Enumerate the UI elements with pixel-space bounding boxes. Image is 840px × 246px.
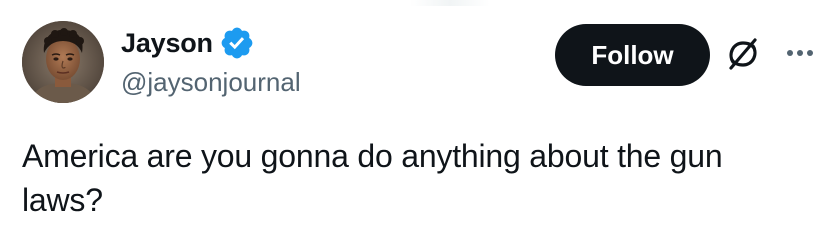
user-name-row: Jayson [121, 24, 255, 62]
avatar[interactable] [22, 21, 104, 103]
user-handle[interactable]: @jaysonjournal [121, 64, 301, 100]
tweet-header: Jayson @jaysonjournal Follow [0, 0, 840, 130]
follow-button[interactable]: Follow [555, 24, 710, 86]
tweet-text: America are you gonna do anything about … [22, 138, 723, 218]
grok-icon[interactable] [725, 36, 761, 72]
verified-badge-icon[interactable] [219, 25, 255, 61]
display-name[interactable]: Jayson [121, 24, 213, 62]
avatar-image [22, 21, 104, 103]
more-icon[interactable] [780, 38, 820, 68]
